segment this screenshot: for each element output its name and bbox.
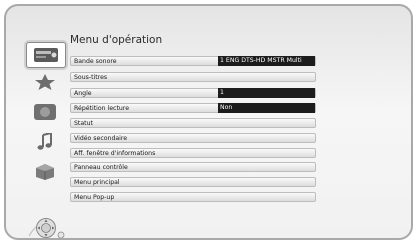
operation-menu-frame: Menu d'opération Bande sonore 1 ENG DTS-…: [4, 4, 413, 240]
menu-item-panneau-controle[interactable]: Panneau contrôle: [70, 162, 316, 172]
disc-player-icon[interactable]: [26, 42, 66, 68]
menu-item-statut[interactable]: Statut: [70, 118, 316, 128]
menu-item-label: Vidéo secondaire: [74, 135, 128, 142]
menu-item-label: Répétition lecture: [74, 105, 130, 112]
cube-icon[interactable]: [28, 162, 62, 182]
menu-item-value: 1 ENG DTS-HD MSTR Multi: [218, 56, 315, 66]
menu-item-video-secondaire[interactable]: Vidéo secondaire: [70, 133, 316, 143]
menu-item-label: Sous-titres: [74, 74, 108, 81]
menu-item-label: Bande sonore: [74, 58, 117, 65]
menu-item-aff-fenetre-informations[interactable]: Aff. fenêtre d'informations: [70, 148, 316, 158]
menu-item-menu-principal[interactable]: Menu principal: [70, 177, 316, 187]
image-icon[interactable]: [28, 102, 62, 122]
music-note-icon[interactable]: [28, 132, 62, 152]
star-icon[interactable]: [28, 72, 62, 92]
menu-item-sous-titres[interactable]: Sous-titres: [70, 72, 316, 82]
menu-item-value: 1: [218, 88, 315, 98]
menu-item-repetition-lecture[interactable]: Répétition lecture Non: [70, 103, 316, 113]
menu-item-menu-pop-up[interactable]: Menu Pop-up: [70, 192, 316, 202]
menu-item-bande-sonore[interactable]: Bande sonore 1 ENG DTS-HD MSTR Multi: [70, 56, 316, 66]
menu-item-label: Panneau contrôle: [74, 164, 128, 171]
menu-item-label: Statut: [74, 120, 93, 127]
menu-item-label: Angle: [74, 90, 92, 97]
menu-title: Menu d'opération: [70, 34, 163, 46]
menu-item-label: Menu principal: [74, 179, 120, 186]
menu-item-angle[interactable]: Angle 1: [70, 88, 316, 98]
menu-item-label: Aff. fenêtre d'informations: [74, 150, 156, 157]
menu-item-label: Menu Pop-up: [74, 194, 115, 201]
remote-navigation-icon: [28, 217, 74, 238]
menu-item-value: Non: [218, 103, 315, 113]
screen: Menu d'opération Bande sonore 1 ENG DTS-…: [0, 0, 419, 245]
